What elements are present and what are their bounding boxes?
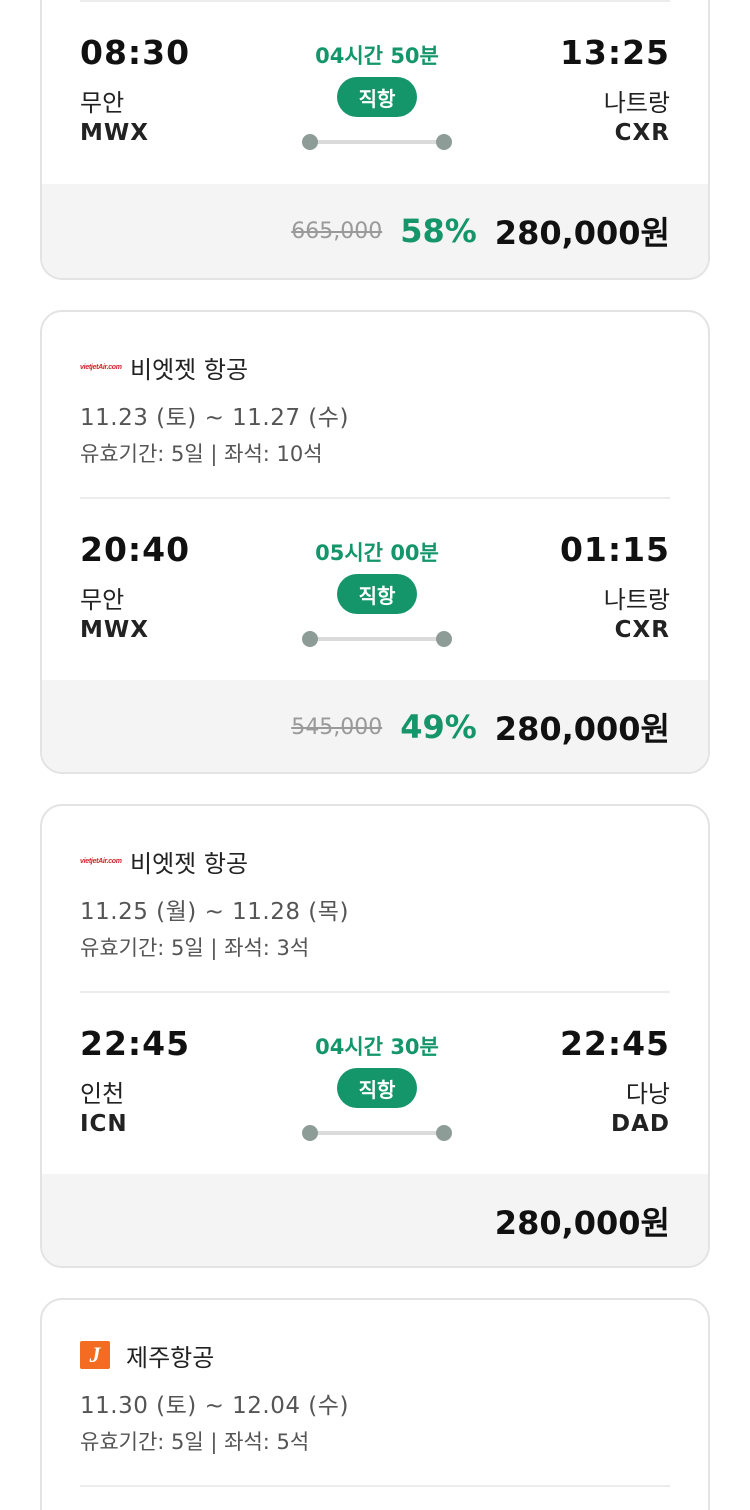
original-price: 545,000: [291, 714, 383, 740]
divider: [80, 0, 670, 2]
departure-city: 무안: [80, 586, 125, 614]
arrival-city: 다낭: [625, 1080, 670, 1108]
price-bar: 280,000원: [42, 1174, 708, 1266]
direct-flight-badge: 직항: [337, 1068, 417, 1108]
destination-dot: [436, 1125, 452, 1141]
airline-name: 비엣젯 항공: [130, 355, 249, 384]
airline-row: vietjetAir.com 비엣젯 항공: [80, 846, 249, 878]
destination-dot: [436, 134, 452, 150]
divider: [80, 497, 670, 499]
arrival-code: DAD: [611, 1111, 670, 1137]
arrival-code: CXR: [614, 120, 670, 146]
sale-price: 280,000원: [494, 1204, 670, 1242]
jeju-air-logo: J: [80, 1341, 110, 1369]
airline-name: 비엣젯 항공: [130, 849, 249, 878]
flight-card[interactable]: vietjetAir.com 비엣젯 항공 11.23 (토) ~ 11.27 …: [40, 310, 710, 774]
destination-dot: [436, 631, 452, 647]
arrival-time: 01:15: [559, 530, 670, 569]
price-bar: 665,000 58% 280,000원: [42, 184, 708, 278]
vietjet-logo: vietjetAir.com: [80, 363, 122, 371]
arrival-code: CXR: [614, 617, 670, 643]
vietjet-logo: vietjetAir.com: [80, 857, 122, 865]
travel-dates: 11.23 (토) ~ 11.27 (수): [80, 405, 349, 431]
travel-dates: 11.30 (토) ~ 12.04 (수): [80, 1393, 349, 1419]
original-price: 665,000: [291, 218, 383, 244]
sale-price: 280,000원: [494, 214, 670, 252]
flight-card[interactable]: 08:30 무안 MWX 04시간 50분 직항 13:25 나트랑 CXR 6…: [40, 0, 710, 280]
flight-card[interactable]: J 제주항공 11.30 (토) ~ 12.04 (수) 유효기간: 5일 | …: [40, 1298, 710, 1510]
direct-flight-badge: 직항: [337, 77, 417, 117]
validity-seats: 유효기간: 5일 | 좌석: 3석: [80, 936, 310, 960]
validity-seats: 유효기간: 5일 | 좌석: 10석: [80, 442, 323, 466]
origin-dot: [302, 134, 318, 150]
departure-code: MWX: [80, 617, 149, 643]
airline-name: 제주항공: [126, 1343, 215, 1372]
departure-code: MWX: [80, 120, 149, 146]
direct-flight-badge: 직항: [337, 574, 417, 614]
arrival-city: 나트랑: [603, 586, 670, 614]
sale-price: 280,000원: [494, 710, 670, 748]
validity-seats: 유효기간: 5일 | 좌석: 5석: [80, 1430, 310, 1454]
departure-city: 무안: [80, 89, 125, 117]
route-line: [302, 631, 452, 647]
departure-code: ICN: [80, 1111, 128, 1137]
origin-dot: [302, 1125, 318, 1141]
arrival-city: 나트랑: [603, 89, 670, 117]
divider: [80, 991, 670, 993]
route-line: [302, 134, 452, 150]
flight-card[interactable]: vietjetAir.com 비엣젯 항공 11.25 (월) ~ 11.28 …: [40, 804, 710, 1268]
discount-rate: 49%: [400, 708, 477, 746]
arrival-time: 22:45: [559, 1024, 670, 1063]
route-line: [302, 1125, 452, 1141]
divider: [80, 1485, 670, 1487]
airline-row: vietjetAir.com 비엣젯 항공: [80, 352, 249, 384]
discount-rate: 58%: [400, 212, 477, 250]
departure-city: 인천: [80, 1080, 125, 1108]
arrival-time: 13:25: [559, 33, 670, 72]
travel-dates: 11.25 (월) ~ 11.28 (목): [80, 899, 349, 925]
price-bar: 545,000 49% 280,000원: [42, 680, 708, 772]
origin-dot: [302, 631, 318, 647]
airline-row: J 제주항공: [80, 1340, 215, 1372]
